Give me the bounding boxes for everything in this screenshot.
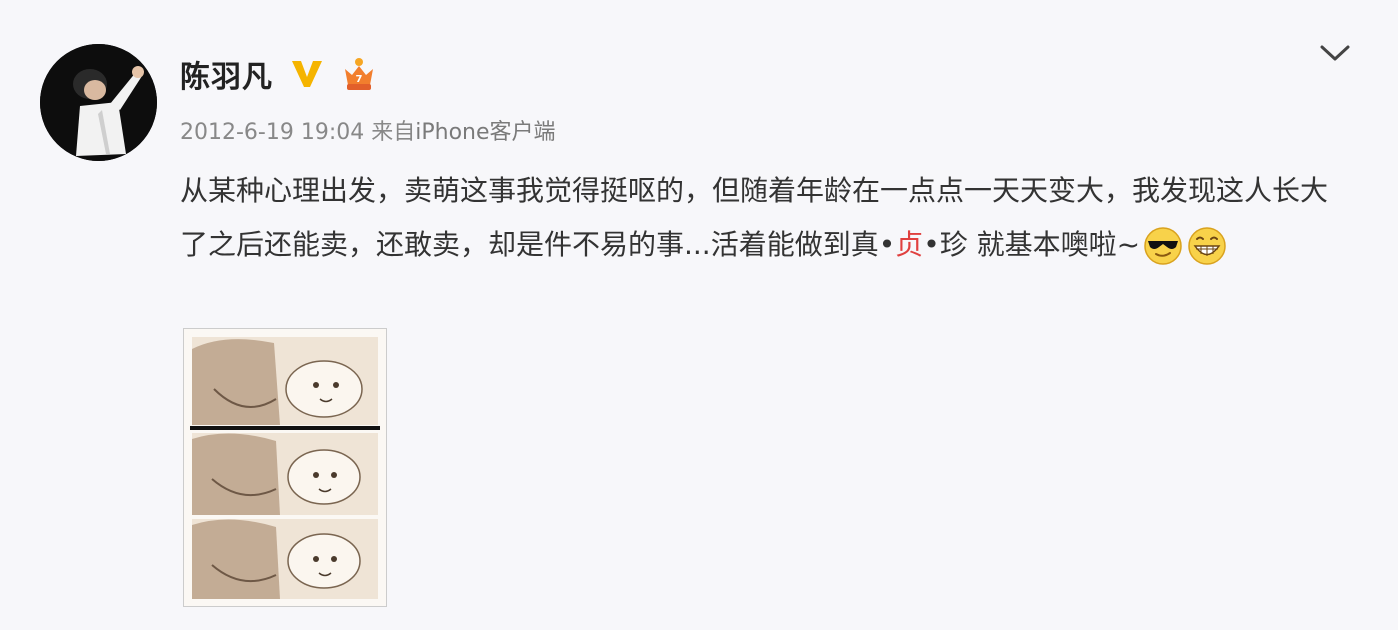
- source-prefix: 来自: [371, 120, 416, 145]
- avatar[interactable]: [40, 44, 157, 161]
- post-text: 从某种心理出发，卖萌这事我觉得挺呕的，但随着年龄在一点点一天天变大，我发现这人长…: [180, 164, 1350, 272]
- post-meta: 2012-6-19 19:04 来自iPhone客户端: [180, 114, 556, 146]
- post-text-highlight: 贞: [895, 228, 924, 261]
- post-timestamp[interactable]: 2012-6-19 19:04: [180, 120, 364, 145]
- member-crown-badge[interactable]: 7: [340, 55, 378, 93]
- comic-strip-image[interactable]: [183, 328, 387, 607]
- svg-text:7: 7: [356, 74, 363, 85]
- weibo-post: 陈羽凡 7 2012-6-19 19:04 来自iPhone客户端 从某种心理出…: [0, 0, 1398, 630]
- post-source-link[interactable]: iPhone客户端: [415, 120, 555, 145]
- cool-sunglasses-emoji: [1144, 227, 1182, 265]
- verified-v-badge: [292, 61, 322, 87]
- grin-emoji: [1188, 227, 1226, 265]
- chevron-down-icon[interactable]: [1318, 42, 1352, 64]
- username[interactable]: 陈羽凡: [180, 52, 273, 96]
- post-text-part2: •珍 就基本噢啦~: [923, 228, 1141, 261]
